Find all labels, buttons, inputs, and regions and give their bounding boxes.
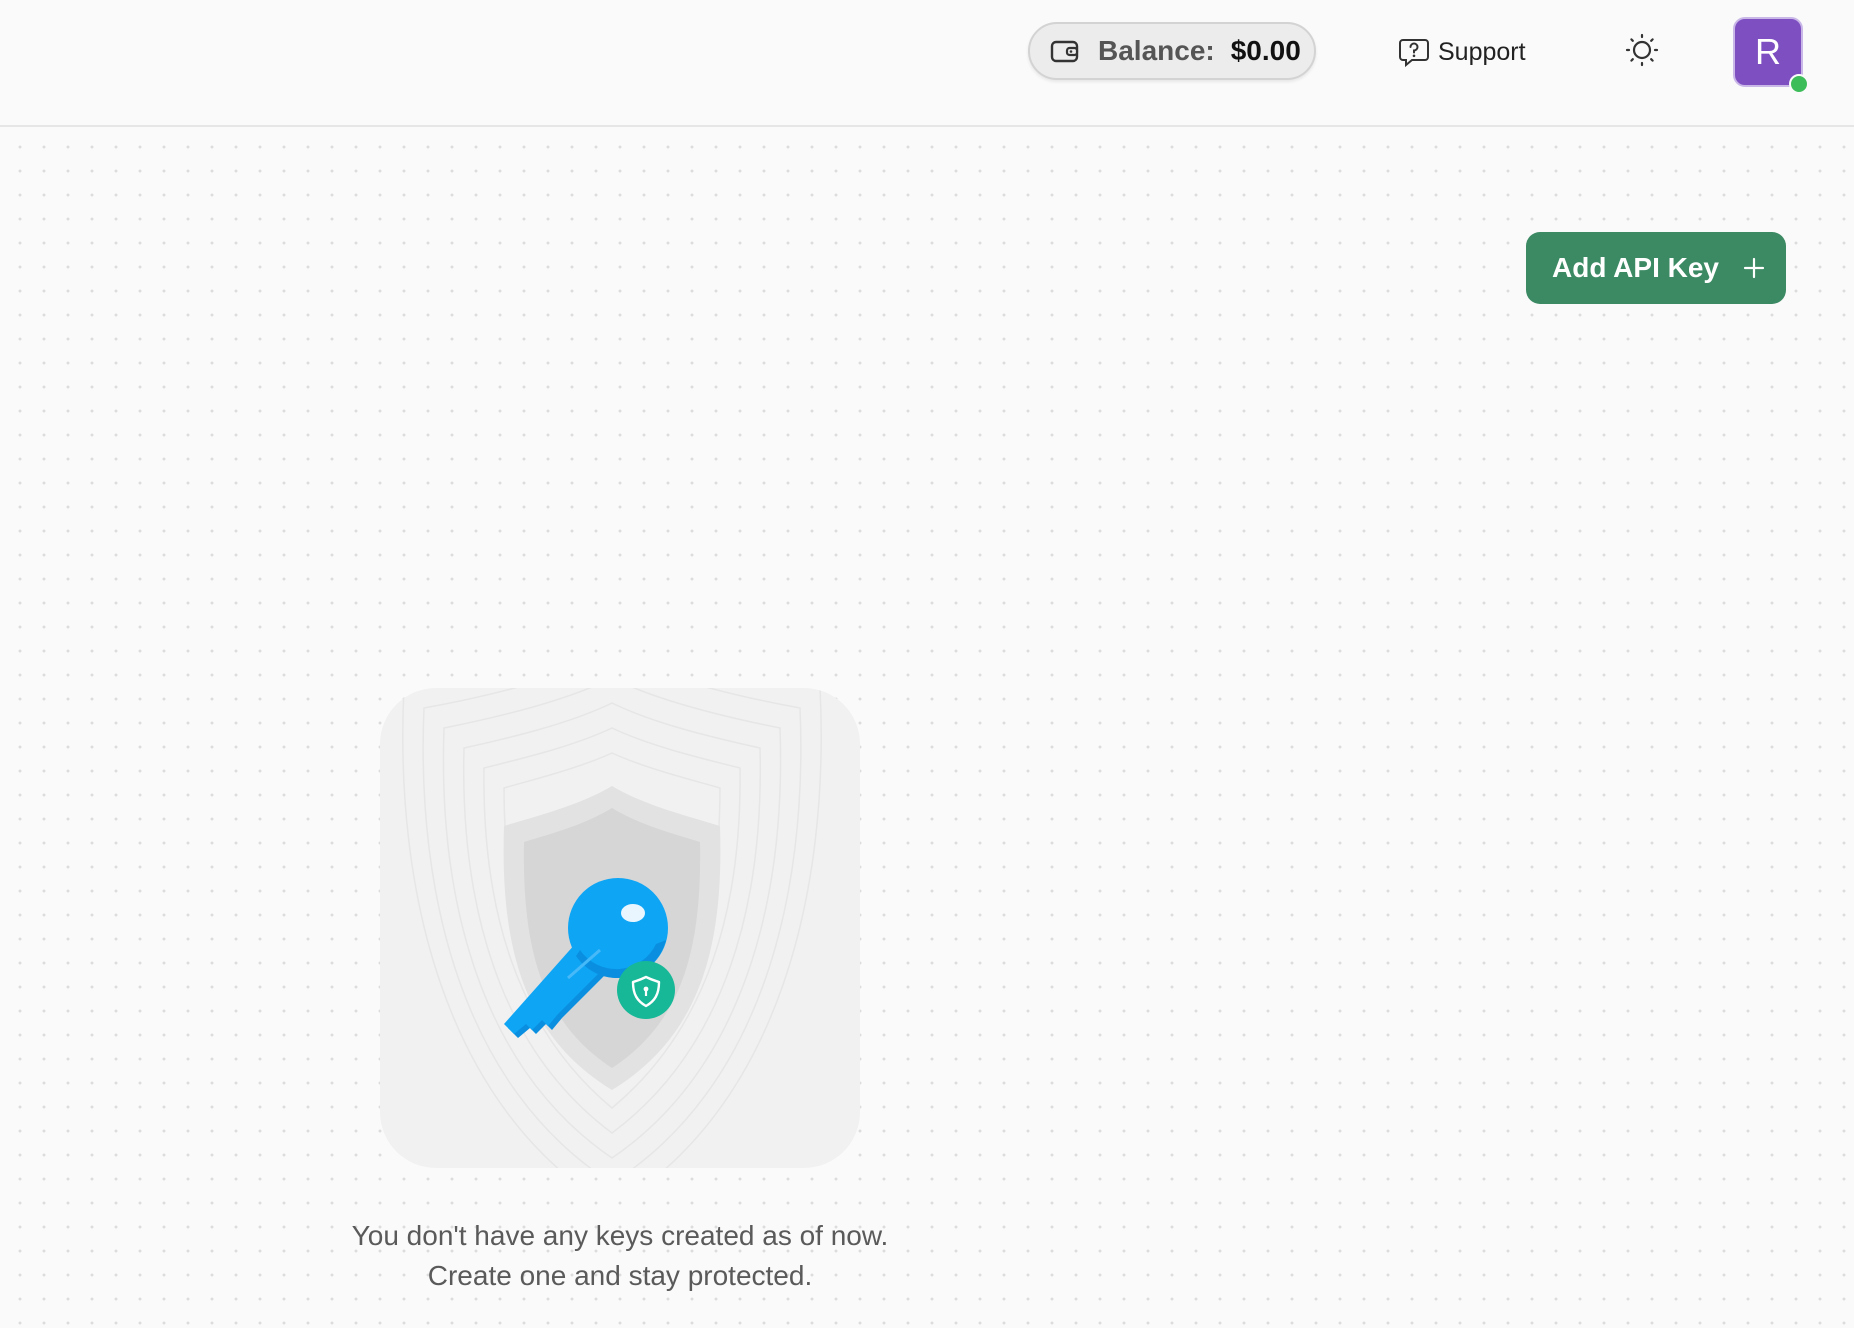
- online-status-dot: [1789, 74, 1809, 94]
- help-chat-icon: [1398, 36, 1430, 68]
- add-api-key-label: Add API Key: [1552, 252, 1719, 283]
- top-bar: Balance: $0.00 Support R: [0, 0, 1854, 127]
- theme-toggle-button[interactable]: [1624, 33, 1660, 72]
- api-keys-page: Balance: $0.00 Support R Add API Key You…: [0, 0, 1854, 1328]
- shield-key-icon: [380, 688, 860, 1168]
- balance-value: $0.00: [1230, 35, 1301, 66]
- empty-state-message: You don't have any keys created as of no…: [300, 1216, 940, 1296]
- balance-pill[interactable]: Balance: $0.00: [1028, 22, 1316, 80]
- balance-label: Balance:: [1098, 35, 1215, 66]
- add-api-key-button[interactable]: Add API Key: [1526, 232, 1786, 304]
- wallet-icon: [1050, 36, 1080, 66]
- sun-icon: [1625, 33, 1659, 72]
- main-content: [0, 127, 1854, 1328]
- support-link[interactable]: Support: [1398, 34, 1526, 70]
- plus-icon: [1743, 257, 1765, 279]
- empty-state-line-1: You don't have any keys created as of no…: [351, 1220, 889, 1251]
- empty-state-line-2: Create one and stay protected.: [427, 1260, 813, 1291]
- support-label: Support: [1438, 37, 1526, 66]
- avatar-initial: R: [1755, 31, 1781, 72]
